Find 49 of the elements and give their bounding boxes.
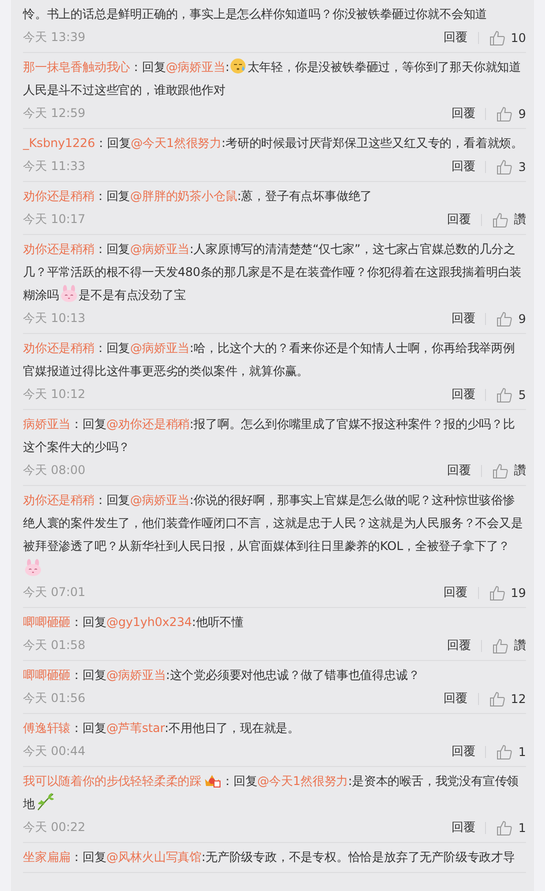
comment-text: 劝你还是稍稍：回复@病娇亚当:哈，比这个大的？看来你还是个知情人士啊，你再给我举两例官媒报道过得比这件事更恶劣的类似案件，就算你赢。 — [23, 340, 516, 380]
reply-link[interactable]: 回覆 — [444, 29, 468, 46]
comment-text: 怜。书上的话总是鲜明正确的，事实上是怎么样你知道吗？你没被铁拳砸过你就不会知道 — [23, 6, 488, 23]
comment-text: 那一抹皂香触动我心：回复@病娇亚当: 太年轻，你是没被铁拳砸过，等你到了那天你就知道人民是斗不过这些官的，谁敢跟他作对 — [23, 57, 522, 99]
timestamp: 今天 00:44 — [23, 743, 86, 760]
comment-text: 劝你还是稍稍：回复@病娇亚当:你说的很好啊，那事实上官媒是怎么做的呢？这种惊世骇俗惨绝人寰的案件发生了，他们装聋作哑闭口不言，这就是忠于人民？这就是为人民服务？不会又是被拜登渗透了吧？从新华社到人民日报，从官面媒体到往日里豢养的KOL，全被登子拿下了？ — [23, 489, 526, 581]
comment-text: 劝你还是稍稍：回复@胖胖的奶茶小仓鼠:蒽，登子有点坏事做绝了 — [23, 188, 374, 205]
reply-link[interactable]: 回覆 — [451, 310, 476, 327]
timestamp: 今天 10:13 — [23, 310, 86, 327]
comment-text: 病娇亚当：回复@劝你还是稍稍:报了啊。怎么到你嘴里成了官媒不报这种案件？报的少吗？比这个案件大的少吗？ — [23, 416, 516, 456]
reply-link[interactable]: 回覆 — [444, 690, 468, 707]
comment-text: 劝你还是稍稍：回复@病娇亚当:人家原博写的清清楚楚“仅七家”，这七家占官媒总数的几分之几？平常活跃的根不得一天发480条的那几家是不是在装聋作哑？你犯得着在这跟我揣着明白装糊涂吗 是不是有点没劲了宝 — [23, 241, 523, 304]
comment-text: _Ksbny1226：回复@今天1然很努力:考研的时候最讨厌背郑保卫这些又红又专的，看着就烦。 — [23, 135, 524, 152]
reply-link[interactable]: 回覆 — [451, 819, 476, 836]
like-button[interactable]: 讚 — [492, 462, 526, 479]
like-button[interactable]: 12 — [488, 690, 526, 706]
like-button[interactable]: 讚 — [492, 637, 526, 654]
like-button[interactable]: 9 — [496, 106, 526, 122]
timestamp: 今天 01:58 — [23, 637, 86, 654]
timestamp: 今天 12:59 — [23, 105, 86, 122]
like-button[interactable]: 1 — [496, 820, 526, 836]
timestamp: 今天 08:00 — [23, 462, 86, 479]
timestamp: 今天 07:01 — [23, 584, 86, 601]
comment-text: 坐家扁扁：回复@风林火山写真馆:无产阶级专政，不是专权。恰恰是放弃了无产阶级专政才导 — [23, 849, 516, 866]
timestamp: 今天 01:56 — [23, 690, 86, 707]
reply-link[interactable]: 回覆 — [451, 158, 476, 175]
comment-text: 傅逸轩辕：回复@芦苇star:不用他日了，现在就是。 — [23, 720, 300, 737]
reply-link[interactable]: 回覆 — [447, 637, 471, 654]
like-button[interactable]: 19 — [488, 584, 526, 600]
timestamp: 今天 13:39 — [23, 29, 86, 46]
like-button[interactable]: 10 — [488, 30, 526, 46]
reply-link[interactable]: 回覆 — [444, 584, 468, 601]
like-button[interactable]: 讚 — [492, 211, 526, 228]
reply-link[interactable]: 回覆 — [451, 386, 476, 403]
timestamp: 今天 10:17 — [23, 211, 86, 228]
comment-text: 唧唧砸砸：回复@病娇亚当:这个党必须要对他忠诚？做了错事也值得忠诚？ — [23, 667, 421, 684]
reply-link[interactable]: 回覆 — [451, 105, 476, 122]
like-button[interactable]: 1 — [496, 744, 526, 760]
like-button[interactable]: 9 — [496, 310, 526, 326]
comment-text: 唧唧砸砸：回复@gy1yh0x234:他听不懂 — [23, 614, 244, 631]
timestamp: 今天 00:22 — [23, 819, 86, 836]
like-button[interactable]: 3 — [496, 158, 526, 174]
comment-text: 我可以随着你的步伐轻轻柔柔的踩 ：回复@今天1然很努力:是资本的喉舌，我党没有宣传领地 — [23, 771, 520, 813]
like-button[interactable]: 5 — [496, 386, 526, 402]
reply-link[interactable]: 回覆 — [451, 743, 476, 760]
timestamp: 今天 11:33 — [23, 158, 86, 175]
timestamp: 今天 10:12 — [23, 386, 86, 403]
reply-link[interactable]: 回覆 — [447, 462, 471, 479]
reply-link[interactable]: 回覆 — [447, 211, 471, 228]
